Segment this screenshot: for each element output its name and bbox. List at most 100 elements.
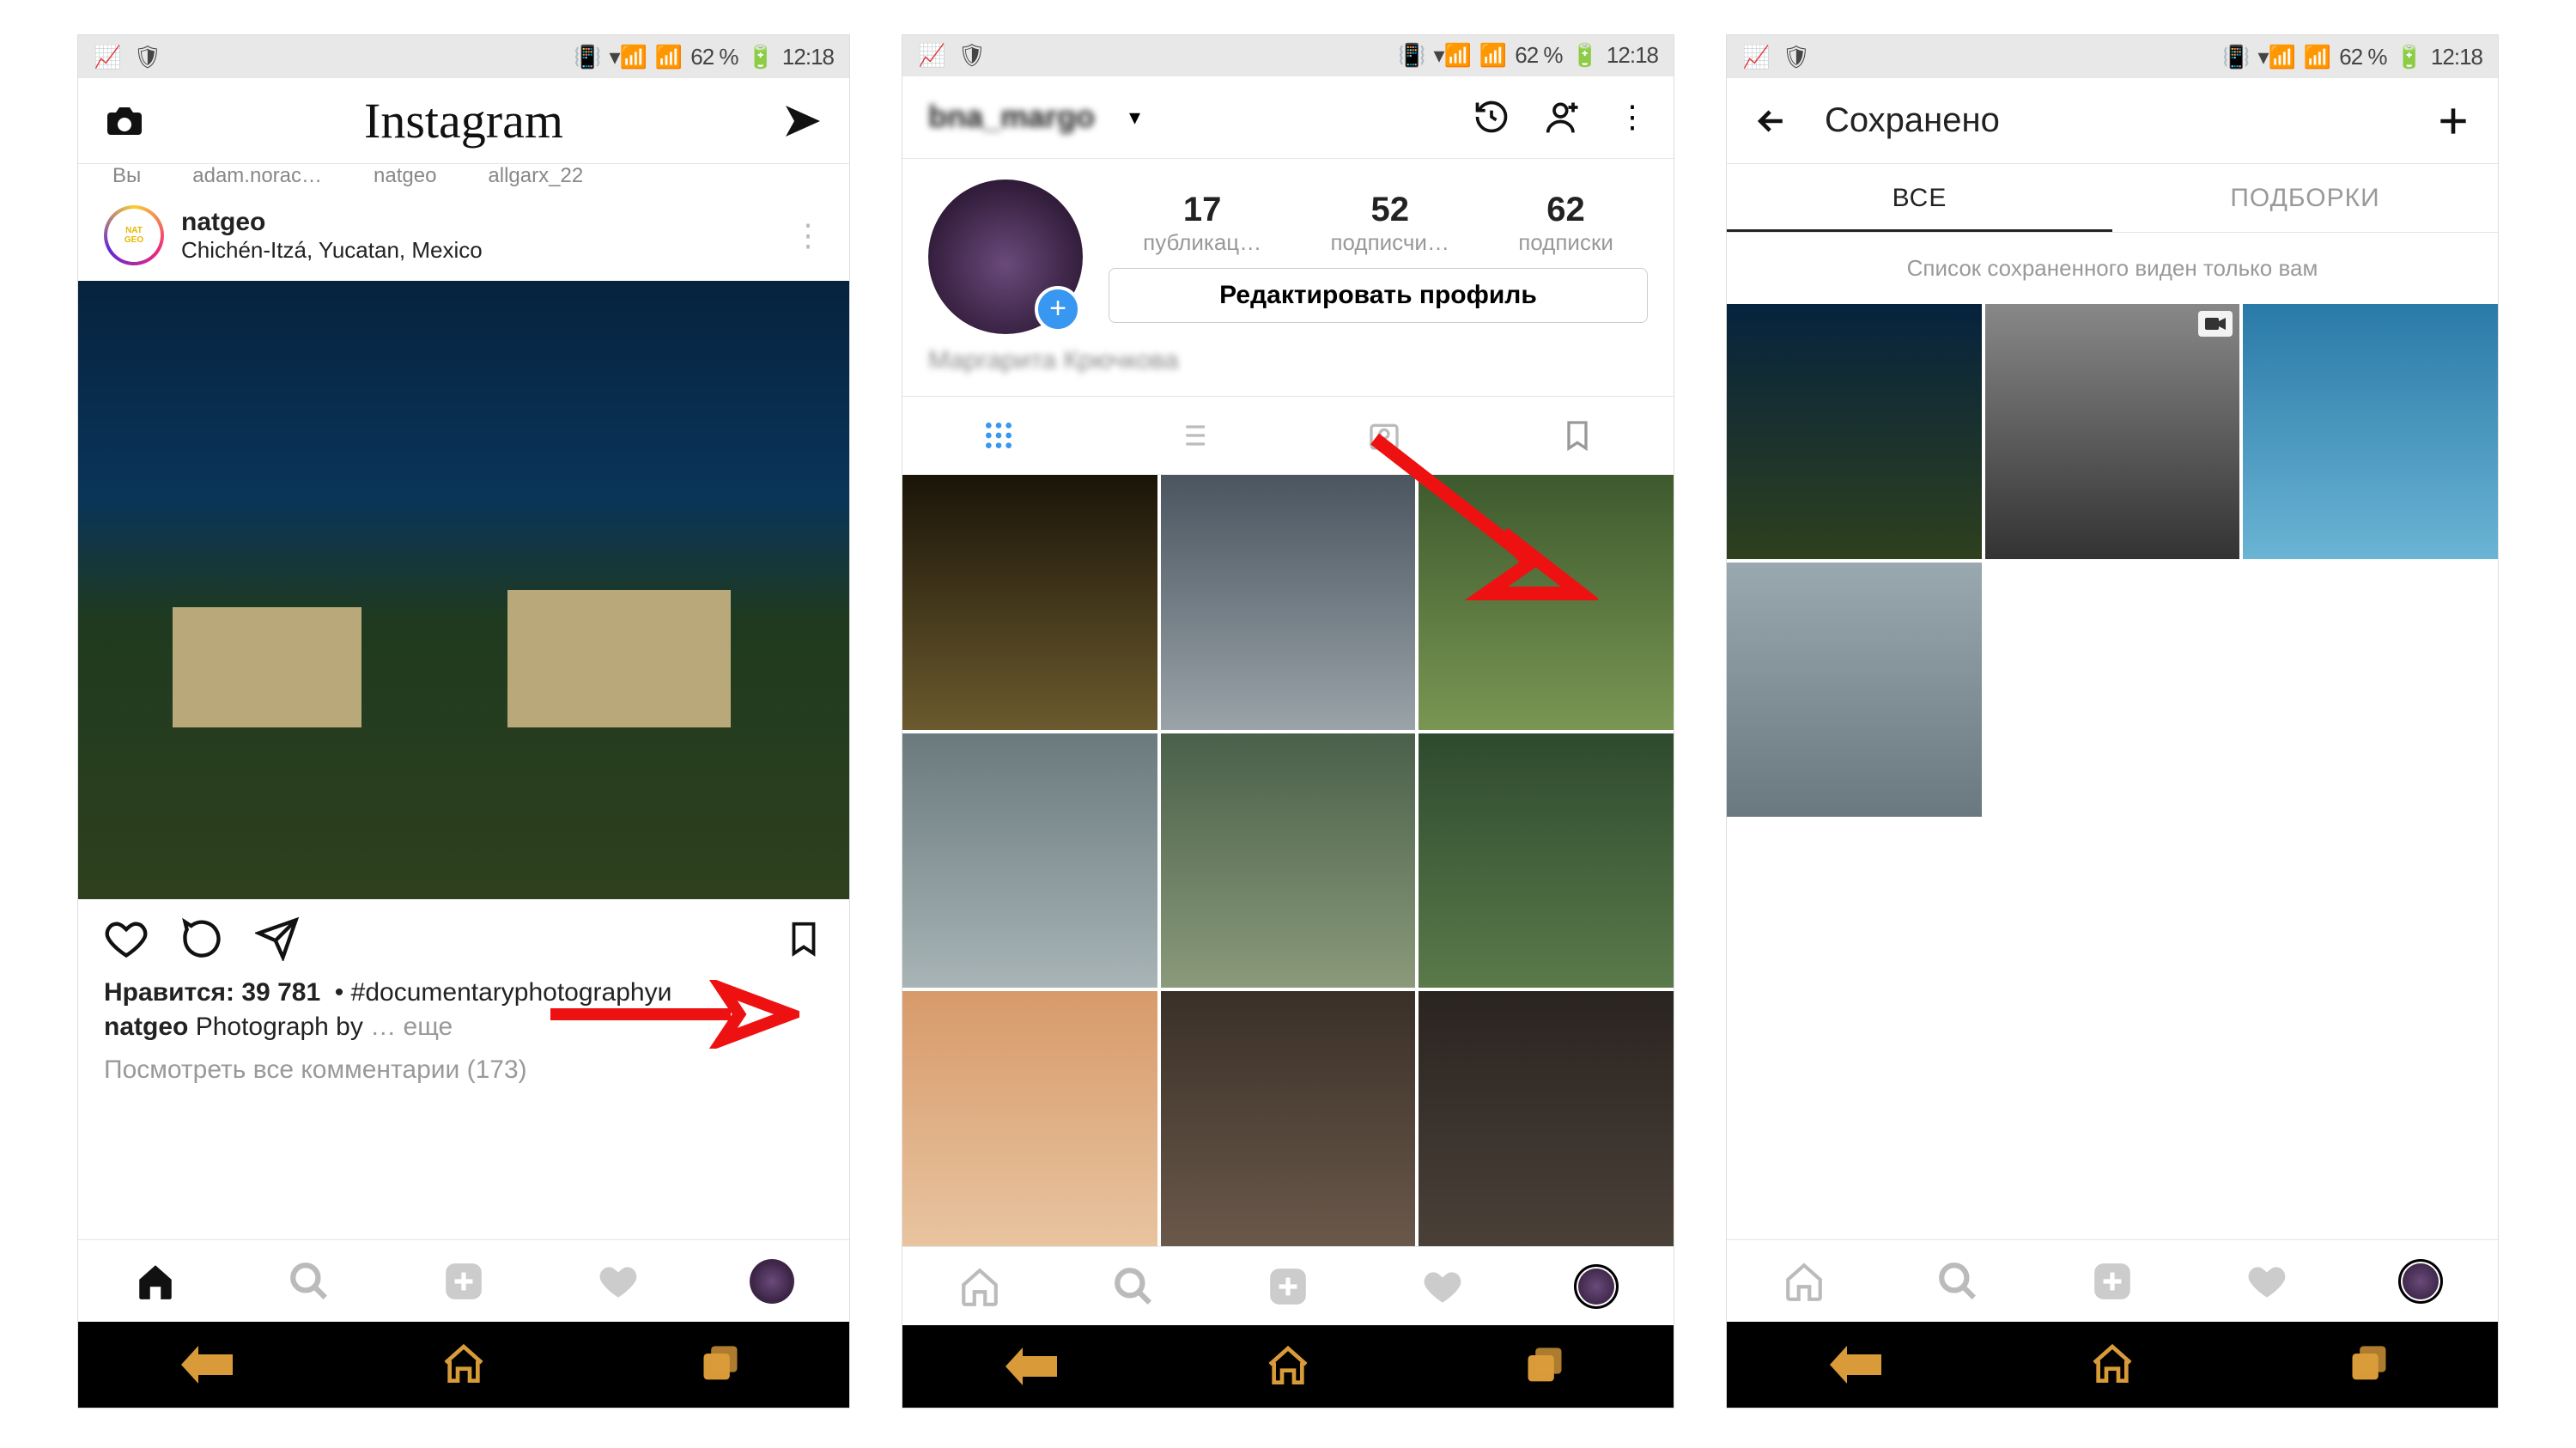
archive-icon[interactable] <box>1473 98 1510 136</box>
grid-cell[interactable] <box>1419 991 1674 1246</box>
author-avatar[interactable]: NATGEO <box>104 205 164 265</box>
grid-cell[interactable] <box>1161 733 1416 989</box>
story-label[interactable]: allgarx_22 <box>488 164 583 188</box>
back-icon[interactable] <box>1753 102 1790 140</box>
chevron-down-icon[interactable]: ▾ <box>1129 104 1140 131</box>
stat-followers[interactable]: 52 подписчи… <box>1330 191 1449 256</box>
stat-posts[interactable]: 17 публикац… <box>1143 191 1261 256</box>
nav-home[interactable] <box>902 1247 1057 1325</box>
shield-icon: 🛡 <box>1782 44 1810 70</box>
like-icon[interactable] <box>104 916 149 961</box>
edit-profile-button[interactable]: Редактировать профиль <box>1109 268 1648 323</box>
device-back[interactable] <box>1727 1322 1984 1408</box>
saved-cell[interactable] <box>1985 304 2240 559</box>
device-recent[interactable] <box>592 1322 849 1408</box>
shield-icon: 🛡 <box>133 44 161 70</box>
post-username[interactable]: natgeo <box>181 208 775 237</box>
hashtag[interactable]: #documentaryphotographyи <box>351 978 672 1007</box>
post-likes[interactable]: Нравится: 39 781 • #documentaryphotograp… <box>78 978 849 1007</box>
device-recent[interactable] <box>1417 1325 1674 1408</box>
view-comments-link[interactable]: Посмотреть все комментарии (173) <box>78 1047 849 1093</box>
nav-search[interactable] <box>1881 1240 2036 1322</box>
profile-username[interactable]: bna_margo <box>928 99 1095 135</box>
caption-more[interactable]: … еще <box>370 1013 453 1041</box>
grid-cell[interactable] <box>902 475 1157 730</box>
nav-search[interactable] <box>1057 1247 1212 1325</box>
tab-saved[interactable] <box>1481 397 1674 474</box>
device-back[interactable] <box>902 1325 1159 1408</box>
tab-all[interactable]: ВСЕ <box>1727 164 2112 232</box>
add-icon[interactable] <box>2434 102 2472 140</box>
phone-screen-profile: 📈 🛡 📳 ▾📶 📶 62 % 🔋 12:18 bna_margo ▾ ⋮ <box>902 34 1674 1408</box>
device-recent[interactable] <box>2241 1322 2498 1408</box>
nav-profile[interactable] <box>695 1240 849 1322</box>
nav-home[interactable] <box>1727 1240 1881 1322</box>
nav-home[interactable] <box>78 1240 233 1322</box>
grid-cell[interactable] <box>1419 733 1674 989</box>
grid-cell[interactable] <box>902 733 1157 989</box>
battery-icon: 🔋 <box>747 44 774 70</box>
discover-people-icon[interactable] <box>1545 98 1583 136</box>
story-label[interactable]: Вы <box>112 164 141 188</box>
device-home[interactable] <box>335 1322 592 1408</box>
page-title: Сохранено <box>1825 101 2000 140</box>
post-image[interactable] <box>78 281 849 899</box>
perf-icon: 📈 <box>94 44 121 70</box>
nav-profile[interactable] <box>1519 1247 1674 1325</box>
vibrate-icon: 📳 <box>574 44 600 70</box>
saved-tabs: ВСЕ ПОДБОРКИ <box>1727 164 2498 233</box>
tab-grid[interactable] <box>902 397 1096 474</box>
profile-avatar[interactable] <box>928 179 1083 334</box>
saved-header: Сохранено <box>1727 78 2498 164</box>
profile-tabs <box>902 396 1674 475</box>
post-location[interactable]: Chichén-Itzá, Yucatan, Mexico <box>181 237 775 264</box>
story-label[interactable]: natgeo <box>374 164 436 188</box>
camera-icon[interactable] <box>104 100 145 142</box>
nav-search[interactable] <box>233 1240 387 1322</box>
clock: 12:18 <box>782 44 834 70</box>
tab-tagged[interactable] <box>1288 397 1481 474</box>
caption-text: Photograph by <box>196 1013 363 1041</box>
nav-activity[interactable] <box>541 1240 696 1322</box>
tab-collections[interactable]: ПОДБОРКИ <box>2112 164 2498 232</box>
post-caption[interactable]: natgeo Photograph by … еще <box>78 1007 849 1047</box>
saved-grid <box>1727 304 2498 817</box>
nav-activity[interactable] <box>1365 1247 1520 1325</box>
status-bar: 📈 🛡 📳 ▾📶 📶 62 % 🔋 12:18 <box>78 35 849 78</box>
profile-grid <box>902 475 1674 1246</box>
comment-icon[interactable] <box>179 916 224 961</box>
video-badge-icon <box>2198 311 2233 337</box>
nav-add[interactable] <box>386 1240 541 1322</box>
nav-activity[interactable] <box>2190 1240 2344 1322</box>
nav-profile[interactable] <box>2343 1240 2498 1322</box>
grid-cell[interactable] <box>1161 991 1416 1246</box>
device-back[interactable] <box>78 1322 335 1408</box>
grid-cell[interactable] <box>1419 475 1674 730</box>
saved-cell[interactable] <box>2243 304 2498 559</box>
nav-add[interactable] <box>1211 1247 1365 1325</box>
menu-icon[interactable]: ⋮ <box>1617 99 1648 135</box>
device-nav <box>1727 1322 2498 1408</box>
perf-icon: 📈 <box>918 42 945 69</box>
tab-list[interactable] <box>1096 397 1289 474</box>
device-home[interactable] <box>1159 1325 1416 1408</box>
likes-label: Нравится: 39 781 <box>104 978 320 1007</box>
bookmark-icon[interactable] <box>784 919 823 958</box>
grid-cell[interactable] <box>902 991 1157 1246</box>
story-label[interactable]: adam.norac… <box>192 164 322 188</box>
battery-text: 62 % <box>1515 42 1562 69</box>
stories-strip[interactable]: Вы adam.norac… natgeo allgarx_22 <box>78 164 849 190</box>
saved-cell[interactable] <box>1727 304 1982 559</box>
post-menu-icon[interactable]: ⋮ <box>793 217 823 253</box>
device-home[interactable] <box>1984 1322 2240 1408</box>
direct-icon[interactable] <box>782 100 823 142</box>
nav-add[interactable] <box>2035 1240 2190 1322</box>
stat-following[interactable]: 62 подписки <box>1518 191 1613 256</box>
saved-cell[interactable] <box>1727 563 1982 818</box>
app-bottom-nav <box>78 1239 849 1322</box>
feed-header: Instagram <box>78 78 849 164</box>
clock: 12:18 <box>2431 44 2482 70</box>
battery-icon: 🔋 <box>2396 44 2422 70</box>
share-icon[interactable] <box>255 916 300 961</box>
grid-cell[interactable] <box>1161 475 1416 730</box>
